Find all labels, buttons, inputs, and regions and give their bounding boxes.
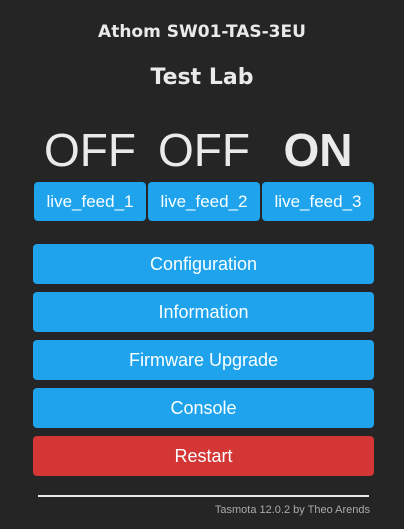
footer-divider (38, 495, 369, 497)
information-button[interactable]: Information (33, 292, 374, 332)
device-name: Athom SW01-TAS-3EU (98, 22, 306, 42)
power-states: OFF OFF ON (33, 122, 375, 178)
toggle-live-feed-3-button[interactable]: live_feed_3 (262, 182, 374, 221)
console-button[interactable]: Console (33, 388, 374, 428)
toggle-buttons: live_feed_1 live_feed_2 live_feed_3 (34, 182, 374, 221)
toggle-live-feed-1-button[interactable]: live_feed_1 (34, 182, 146, 221)
power-state-3: ON (283, 124, 353, 176)
firmware-upgrade-button[interactable]: Firmware Upgrade (33, 340, 374, 380)
power-state-2: OFF (158, 124, 250, 176)
footer-credit-link[interactable]: Tasmota 12.0.2 by Theo Arends (215, 504, 370, 516)
main-menu: Configuration Information Firmware Upgra… (33, 244, 374, 484)
toggle-live-feed-2-button[interactable]: live_feed_2 (148, 182, 260, 221)
friendly-name: Test Lab (150, 65, 254, 90)
power-state-1: OFF (44, 124, 136, 176)
restart-button[interactable]: Restart (33, 436, 374, 476)
configuration-button[interactable]: Configuration (33, 244, 374, 284)
